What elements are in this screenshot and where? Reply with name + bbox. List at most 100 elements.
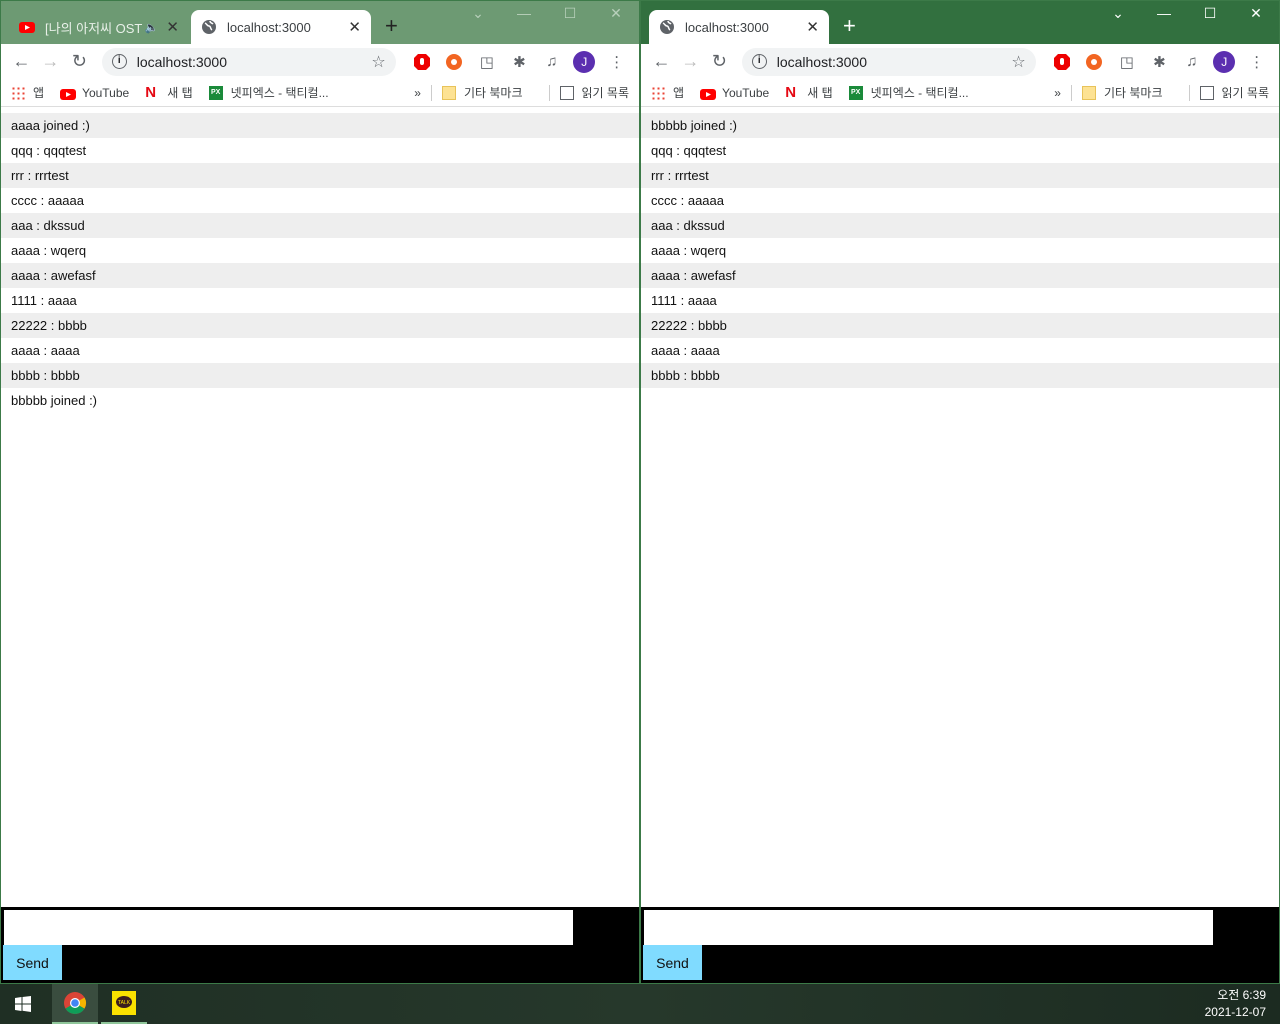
reading-list[interactable]: 읽기 목록 xyxy=(559,84,629,101)
forward-button[interactable]: → xyxy=(38,51,63,72)
tab-title: localhost:3000 xyxy=(227,19,311,35)
avatar[interactable]: J xyxy=(1210,50,1238,73)
info-icon[interactable]: i xyxy=(751,54,767,69)
minimize-button[interactable]: — xyxy=(501,5,547,22)
message-input[interactable] xyxy=(4,910,573,945)
bookmark-youtube[interactable]: YouTube xyxy=(60,86,129,100)
browser-window-right: localhost:3000 ✕ + ⌄ — ☐ ✕ ← → ↻ i local… xyxy=(640,0,1280,984)
bookmark-other[interactable]: 기타 북마크 xyxy=(1081,84,1163,101)
more-bookmarks-button[interactable]: » xyxy=(1054,86,1061,100)
close-tab-icon[interactable]: ✕ xyxy=(166,18,179,36)
svg-text:TALK: TALK xyxy=(118,1000,131,1006)
orange-extension-icon[interactable] xyxy=(440,53,468,71)
divider xyxy=(1188,84,1190,101)
picture-in-picture-icon[interactable]: ◳ xyxy=(473,53,501,71)
bookmark-apps[interactable]: 앱 xyxy=(651,84,684,101)
extensions-puzzle-icon[interactable]: ✱ xyxy=(1145,53,1173,71)
close-window-button[interactable]: ✕ xyxy=(1233,5,1279,22)
message-input[interactable] xyxy=(644,910,1213,945)
address-bar[interactable]: i localhost:3000 ☆ xyxy=(741,47,1036,76)
menu-kebab-icon[interactable]: ⋮ xyxy=(1243,53,1271,71)
window-controls: ⌄ — ☐ ✕ xyxy=(1095,5,1279,22)
message-item: aaa : dkssud xyxy=(641,213,1279,238)
send-button[interactable]: Send xyxy=(3,945,62,980)
tab-search-icon[interactable]: ⌄ xyxy=(455,5,501,22)
bookmark-star-icon[interactable]: ☆ xyxy=(371,52,385,72)
reload-button[interactable]: ↻ xyxy=(67,51,92,72)
message-list: aaaa joined :) qqq : qqqtest rrr : rrrtest… xyxy=(1,113,639,413)
speaker-icon[interactable]: 🔈 xyxy=(145,21,159,34)
message-item: qqq : qqqtest xyxy=(11,143,87,158)
bookmark-star-icon[interactable]: ☆ xyxy=(1011,52,1025,72)
minimize-button[interactable]: — xyxy=(1141,5,1187,22)
info-icon[interactable]: i xyxy=(111,54,127,69)
reload-button[interactable]: ↻ xyxy=(707,51,732,72)
folder-icon xyxy=(1081,85,1096,100)
message-item: aaaa joined :) xyxy=(1,113,639,138)
message-item: 1111 : aaaa xyxy=(11,293,77,308)
windows-icon xyxy=(15,996,31,1012)
new-tab-button[interactable]: + xyxy=(385,13,398,39)
chrome-icon xyxy=(64,992,86,1014)
browser-tab[interactable]: localhost:3000 ✕ xyxy=(191,10,371,44)
reading-list[interactable]: 읽기 목록 xyxy=(1199,84,1269,101)
message-item: bbbb : bbbb xyxy=(1,363,639,388)
menu-kebab-icon[interactable]: ⋮ xyxy=(603,53,631,71)
orange-extension-icon[interactable] xyxy=(1080,53,1108,71)
bookmark-youtube[interactable]: YouTube xyxy=(700,86,769,100)
back-button[interactable]: ← xyxy=(649,51,674,72)
media-controls-icon[interactable]: ♫ xyxy=(1178,53,1206,70)
maximize-button[interactable]: ☐ xyxy=(547,5,593,22)
media-controls-icon[interactable]: ♫ xyxy=(538,53,566,70)
browser-tab[interactable]: localhost:3000 ✕ xyxy=(649,10,829,44)
avatar[interactable]: J xyxy=(570,50,598,73)
adblock-extension-icon[interactable] xyxy=(408,53,436,71)
message-item: aaaa : aaaa xyxy=(11,343,80,358)
message-item: 22222 : bbbb xyxy=(1,313,639,338)
close-window-button[interactable]: ✕ xyxy=(593,5,639,22)
message-item: cccc : aaaaa xyxy=(11,193,84,208)
clock-time: 오전 6:39 xyxy=(1217,988,1266,1002)
message-item: bbbb : bbbb xyxy=(641,363,1279,388)
message-item: qqq : qqqtest xyxy=(651,143,727,158)
system-clock[interactable]: 오전 6:39 2021-12-07 xyxy=(1205,987,1266,1021)
taskbar-kakaotalk[interactable]: TALK xyxy=(101,984,147,1024)
new-tab-button[interactable]: + xyxy=(843,13,856,39)
close-tab-icon[interactable]: ✕ xyxy=(348,18,361,36)
picture-in-picture-icon[interactable]: ◳ xyxy=(1113,53,1141,71)
bookmark-newtab[interactable]: N새 탭 xyxy=(785,84,832,101)
browser-toolbar: ← → ↻ i localhost:3000 ☆ ◳ ✱ ♫ J ⋮ xyxy=(641,44,1279,79)
reading-list-icon xyxy=(1199,85,1214,100)
maximize-button[interactable]: ☐ xyxy=(1187,5,1233,22)
bookmark-px[interactable]: PX 넷피엑스 - 택티컬... xyxy=(848,84,969,101)
message-item: aaa : dkssud xyxy=(1,213,639,238)
taskbar-chrome[interactable] xyxy=(52,984,98,1024)
bookmark-apps[interactable]: 앱 xyxy=(11,84,44,101)
reading-list-icon xyxy=(559,85,574,100)
message-item: aaaa : awefasf xyxy=(1,263,639,288)
youtube-icon xyxy=(19,19,35,35)
more-bookmarks-button[interactable]: » xyxy=(414,86,421,100)
extensions-puzzle-icon[interactable]: ✱ xyxy=(505,53,533,71)
message-item: 22222 : bbbb xyxy=(641,313,1279,338)
address-bar[interactable]: i localhost:3000 ☆ xyxy=(101,47,396,76)
forward-button[interactable]: → xyxy=(678,51,703,72)
browser-window-left: [나의 아저씨 OST 🔈 ✕ localhost:3000 ✕ + ⌄ — ☐… xyxy=(0,0,640,984)
bookmark-other[interactable]: 기타 북마크 xyxy=(441,84,523,101)
message-item: rrr : rrrtest xyxy=(1,163,639,188)
netflix-icon: N xyxy=(145,83,157,101)
bookmark-px[interactable]: PX 넷피엑스 - 택티컬... xyxy=(208,84,329,101)
apps-grid-icon xyxy=(11,85,25,100)
tab-title: [나의 아저씨 OST xyxy=(45,20,143,36)
adblock-extension-icon[interactable] xyxy=(1048,53,1076,71)
taskbar: TALK 오전 6:39 2021-12-07 xyxy=(0,984,1280,1024)
start-button[interactable] xyxy=(0,984,46,1024)
close-tab-icon[interactable]: ✕ xyxy=(806,18,819,36)
bookmark-newtab[interactable]: N새 탭 xyxy=(145,84,192,101)
send-button[interactable]: Send xyxy=(643,945,702,980)
back-button[interactable]: ← xyxy=(9,51,34,72)
tab-search-icon[interactable]: ⌄ xyxy=(1095,5,1141,22)
browser-tab[interactable]: [나의 아저씨 OST 🔈 ✕ xyxy=(9,10,189,44)
window-controls: ⌄ — ☐ ✕ xyxy=(455,5,639,22)
netflix-icon: N xyxy=(785,83,797,101)
